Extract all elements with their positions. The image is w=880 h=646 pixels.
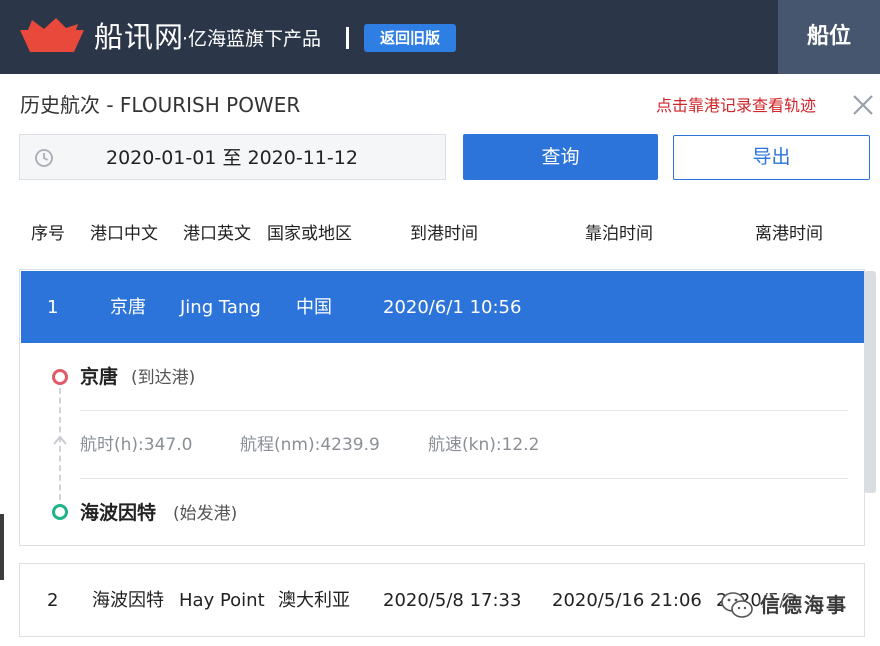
- query-button[interactable]: 查询: [463, 134, 658, 180]
- row-2-port-en: Hay Point: [179, 590, 265, 611]
- departure-port-tag: (始发港): [173, 504, 238, 524]
- row-1-index: 1: [47, 297, 59, 318]
- date-range-value: 2020-01-01 至 2020-11-12: [106, 147, 358, 169]
- column-header-port-cn: 港口中文: [90, 224, 158, 244]
- close-icon[interactable]: [852, 94, 874, 116]
- arrow-up-icon: [53, 435, 67, 445]
- row-1-country: 中国: [296, 297, 332, 318]
- row-1-arrival: 2020/6/1 10:56: [383, 297, 522, 318]
- watermark: 信德海事: [720, 588, 870, 624]
- export-button[interactable]: 导出: [673, 135, 870, 180]
- wechat-icon: [721, 592, 753, 618]
- row-1-port-en: Jing Tang: [180, 297, 261, 318]
- row-2-country: 澳大利亚: [278, 590, 350, 611]
- clock-icon: [35, 149, 53, 167]
- column-header-index: 序号: [31, 224, 65, 244]
- arrival-port-tag: (到达港): [131, 368, 196, 388]
- column-header-port-en: 港口英文: [183, 224, 251, 244]
- view-track-link[interactable]: 点击靠港记录查看轨迹: [656, 95, 816, 117]
- departure-port-name: 海波因特: [80, 502, 157, 524]
- brand-subtitle: ·亿海蓝旗下产品: [182, 28, 322, 50]
- voyage-hours: 航时(h):347.0: [80, 435, 193, 455]
- page-title: 历史航次 - FLOURISH POWER: [20, 93, 301, 117]
- column-header-departure: 离港时间: [755, 224, 823, 244]
- row-2-index: 2: [47, 590, 59, 611]
- row-1-port-cn: 京唐: [110, 297, 146, 318]
- tab-berth[interactable]: 船位: [778, 0, 880, 74]
- date-range-picker[interactable]: 2020-01-01 至 2020-11-12: [19, 134, 446, 180]
- row-2-port-cn: 海波因特: [92, 590, 164, 611]
- row-2-berthing: 2020/5/16 21:06: [552, 590, 702, 611]
- brand-name[interactable]: 船讯网: [94, 18, 184, 56]
- detail-divider: [80, 478, 848, 479]
- column-header-berthing: 靠泊时间: [585, 224, 653, 244]
- arrival-port-dot: [52, 369, 68, 385]
- left-edge-handle: [0, 514, 4, 580]
- row-2-arrival: 2020/5/8 17:33: [383, 590, 522, 611]
- scrollbar[interactable]: [864, 271, 876, 493]
- top-header: 船讯网 ·亿海蓝旗下产品 返回旧版 船位: [0, 0, 880, 74]
- brand-separator: [346, 27, 349, 49]
- detail-divider: [80, 410, 848, 411]
- column-header-country: 国家或地区: [267, 224, 352, 244]
- column-header-arrival: 到港时间: [410, 224, 478, 244]
- voyage-speed: 航速(kn):12.2: [428, 435, 540, 455]
- departure-port-dot: [52, 504, 68, 520]
- ship-boat-icon[interactable]: [18, 16, 86, 56]
- voyage-distance: 航程(nm):4239.9: [240, 435, 380, 455]
- old-version-button[interactable]: 返回旧版: [364, 24, 456, 52]
- arrival-port-name: 京唐: [80, 366, 119, 388]
- watermark-text: 信德海事: [760, 593, 848, 617]
